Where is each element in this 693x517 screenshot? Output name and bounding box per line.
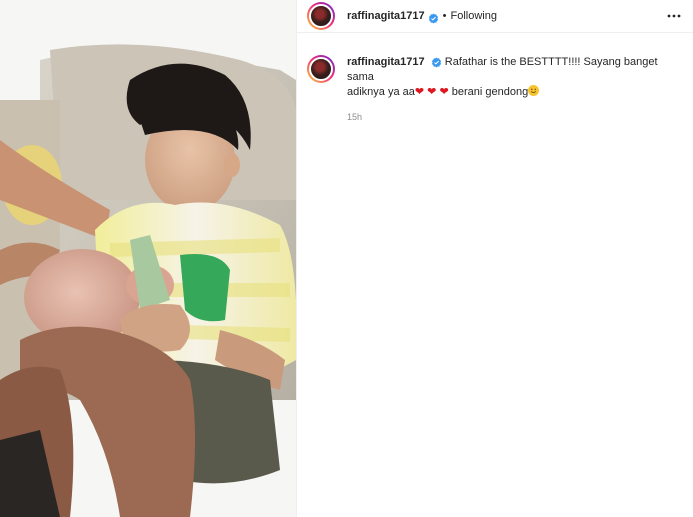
caption-text: raffinagita1717 Rafathar is the BESTTTT!…: [347, 55, 667, 100]
verified-badge-icon: [428, 11, 439, 24]
post-sidebar: raffinagita1717 • Following raffinagita1…: [296, 0, 693, 517]
separator-dot: •: [442, 10, 447, 22]
post-timestamp[interactable]: 15h: [347, 110, 667, 125]
author-username[interactable]: raffinagita1717: [347, 10, 425, 22]
smiling-face-emoji-icon: [528, 85, 540, 96]
red-heart-emoji-icon: ❤: [414, 86, 425, 98]
post-header: raffinagita1717 • Following: [297, 0, 693, 33]
caption-author-avatar[interactable]: [307, 55, 335, 83]
caption-line-2: adiknya ya aa: [347, 86, 415, 98]
caption-line-3: berani gendong: [451, 86, 529, 98]
caption-username[interactable]: raffinagita1717: [347, 56, 425, 68]
more-options-icon[interactable]: [667, 9, 681, 23]
following-button[interactable]: Following: [451, 10, 497, 22]
author-avatar[interactable]: [307, 2, 335, 30]
red-heart-emoji-icon: ❤: [439, 86, 449, 98]
red-heart-emoji-icon: ❤: [427, 86, 437, 98]
verified-badge-icon: [431, 57, 442, 68]
caption-comment: raffinagita1717 Rafathar is the BESTTTT!…: [297, 33, 693, 125]
caption-body: raffinagita1717 Rafathar is the BESTTTT!…: [347, 55, 667, 125]
post-photo[interactable]: [0, 0, 296, 517]
photo-illustration: [0, 0, 296, 517]
